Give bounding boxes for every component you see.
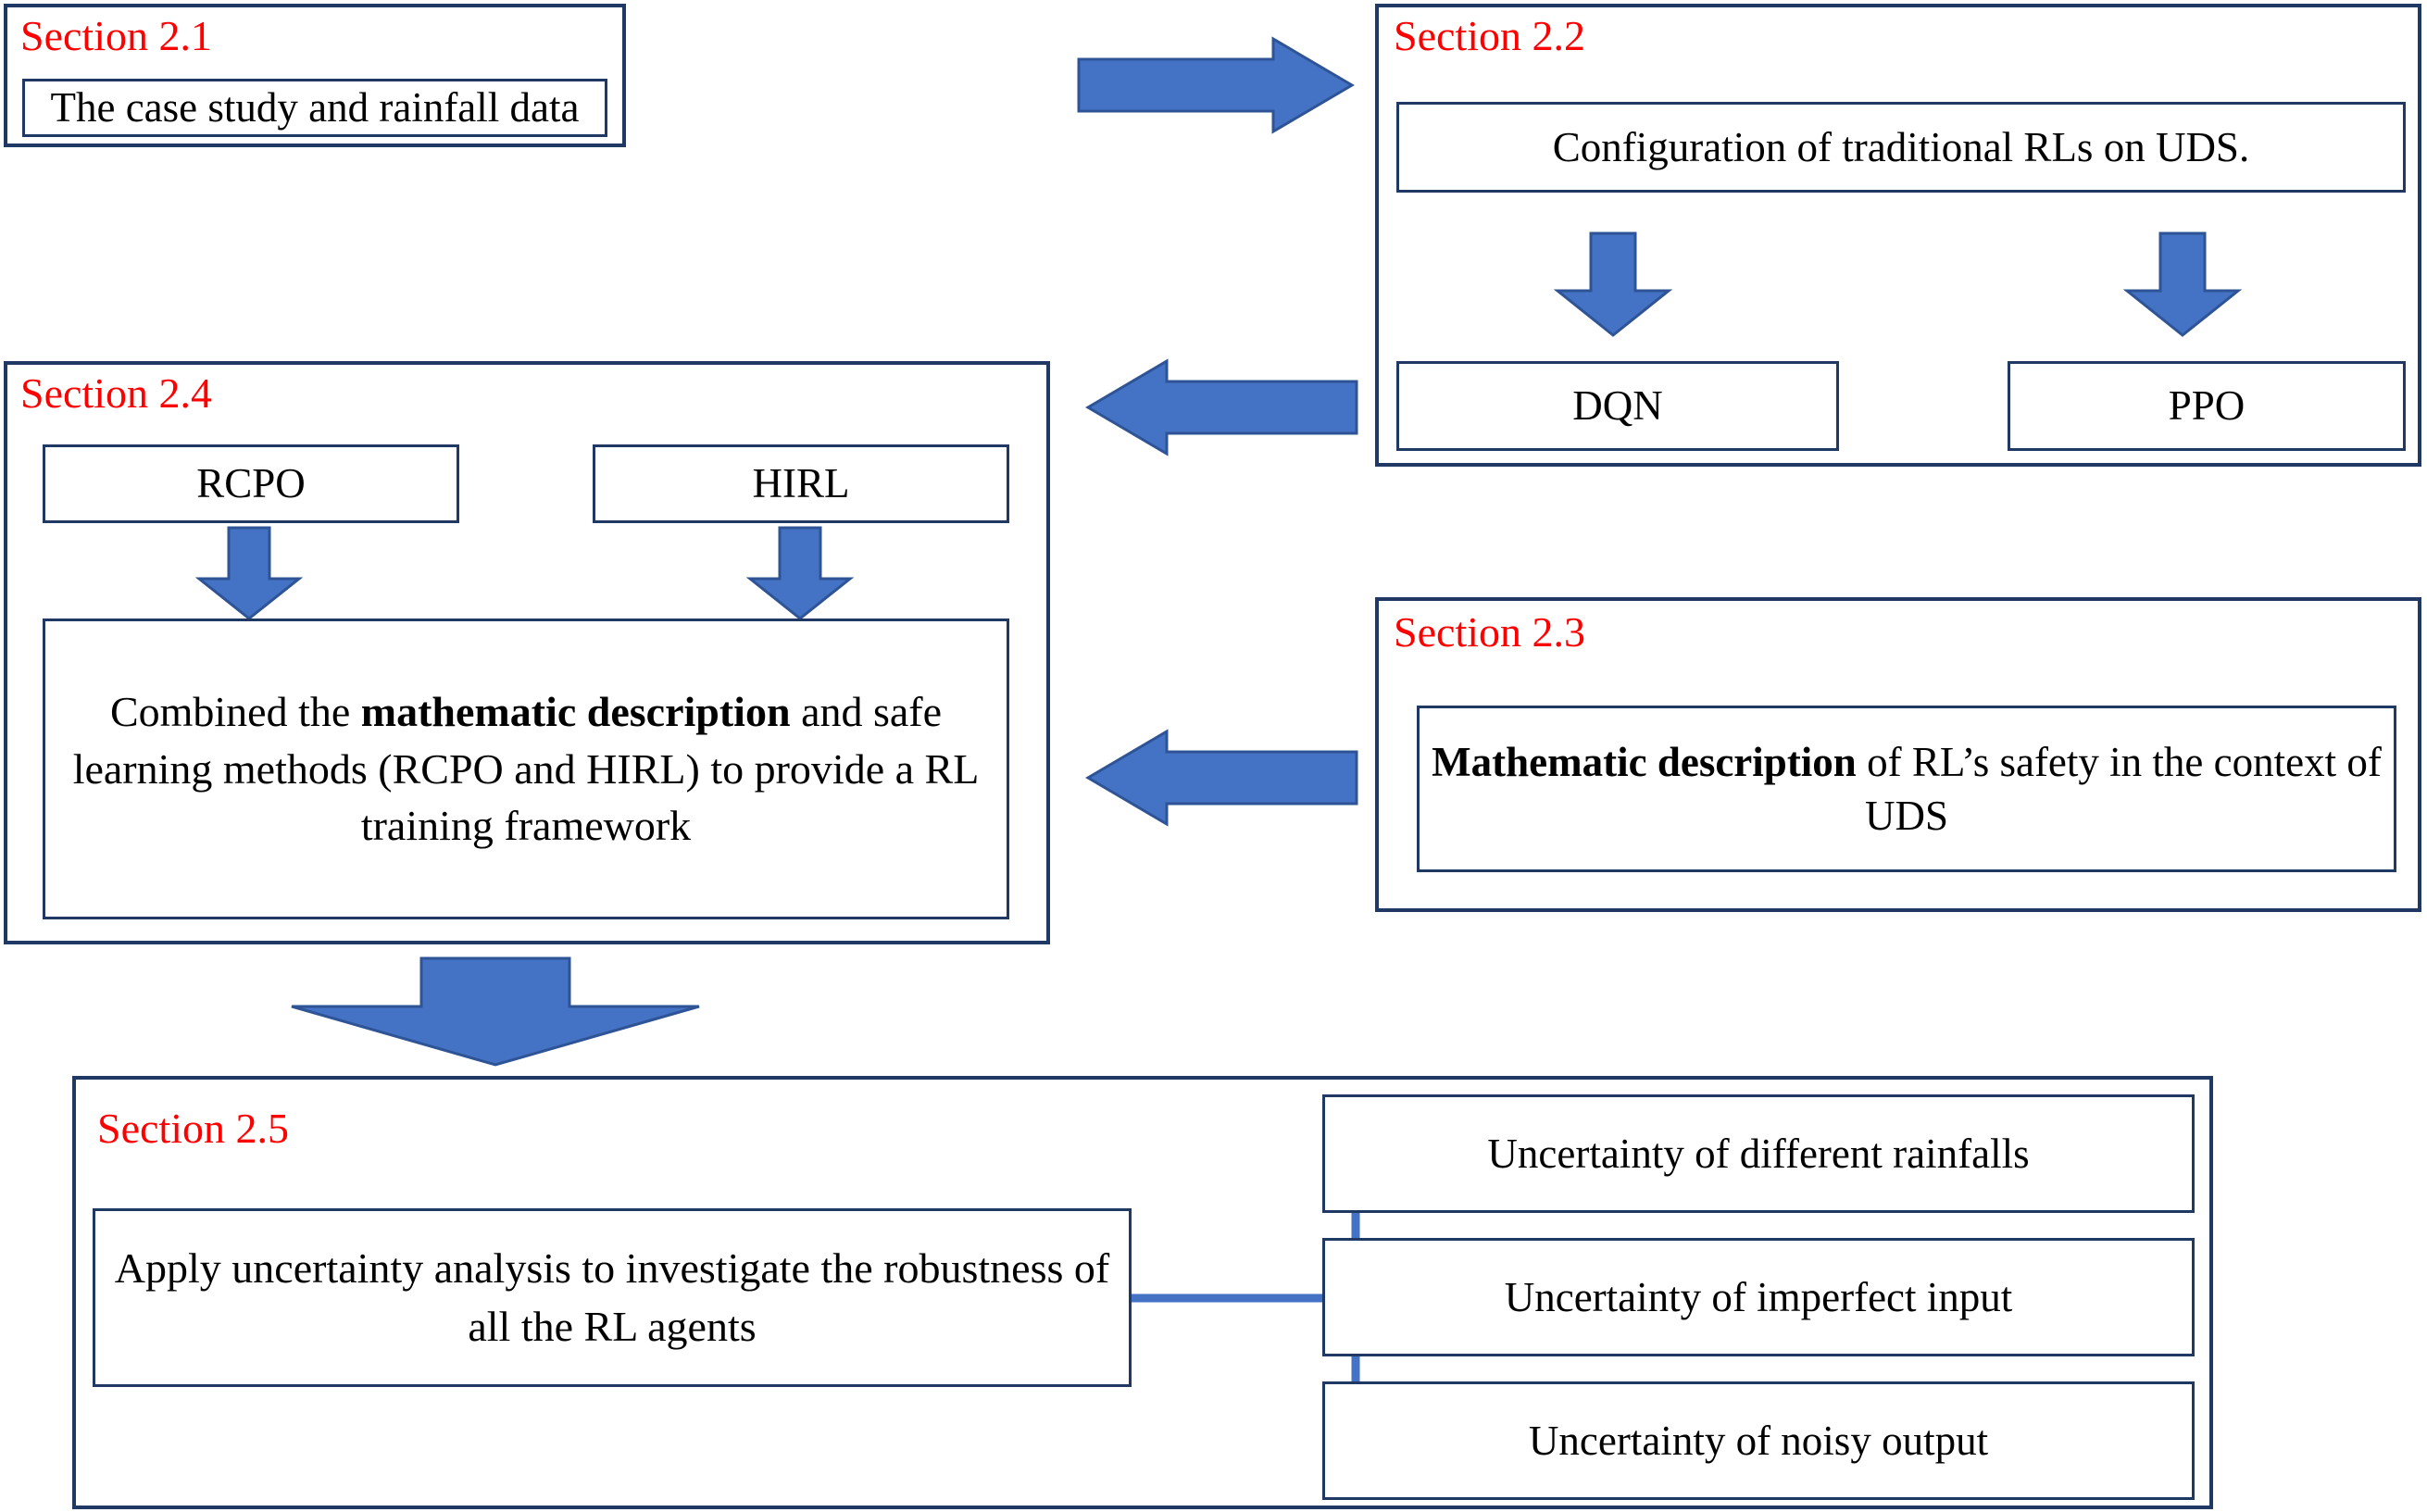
configuration-rls-uds-box: Configuration of traditional RLs on UDS. xyxy=(1396,102,2406,193)
configuration-rls-uds-text: Configuration of traditional RLs on UDS. xyxy=(1552,123,2250,170)
case-study-rainfall-text: The case study and rainfall data xyxy=(50,84,580,131)
flowchart-canvas: Section 2.1 The case study and rainfall … xyxy=(0,0,2427,1512)
rcpo-text: RCPO xyxy=(196,460,306,507)
section-2-2-label: Section 2.2 xyxy=(1394,12,1585,59)
uncertainty-box-1-text: Uncertainty of imperfect input xyxy=(1504,1273,2013,1320)
arrow-section-2-4-to-2-5 xyxy=(291,956,700,1067)
section-2-1-label: Section 2.1 xyxy=(20,12,212,59)
uncertainty-box-0-text: Uncertainty of different rainfalls xyxy=(1487,1130,2030,1177)
combined-bold1: mathematic description xyxy=(360,688,791,736)
case-study-rainfall-box: The case study and rainfall data xyxy=(22,79,607,137)
arrow-config-to-dqn xyxy=(1553,231,1673,337)
rcpo-box: RCPO xyxy=(43,444,459,523)
uncertainty-box-0: Uncertainty of different rainfalls xyxy=(1322,1094,2195,1213)
mathematic-description-rest: of RL’s safety in the context of UDS xyxy=(1856,738,2382,840)
mathematic-description-bold: Mathematic description xyxy=(1432,738,1857,785)
dqn-box: DQN xyxy=(1396,361,1839,451)
arrow-section-2-3-to-2-4 xyxy=(1085,729,1358,827)
arrow-section-2-1-to-2-2 xyxy=(1077,36,1355,134)
apply-uncertainty-analysis-box: Apply uncertainty analysis to investigat… xyxy=(93,1208,1132,1387)
combined-framework-box: Combined the mathematic description and … xyxy=(43,619,1009,919)
apply-uncertainty-analysis-text: Apply uncertainty analysis to investigat… xyxy=(114,1243,1110,1350)
combined-part1: Combined the xyxy=(109,688,361,736)
mathematic-description-box: Mathematic description of RL’s safety in… xyxy=(1417,706,2396,872)
hirl-box: HIRL xyxy=(593,444,1009,523)
arrow-hirl-to-combined xyxy=(745,526,855,620)
arrow-rcpo-to-combined xyxy=(194,526,304,620)
uncertainty-box-1: Uncertainty of imperfect input xyxy=(1322,1238,2195,1356)
ppo-box: PPO xyxy=(2008,361,2406,451)
ppo-text: PPO xyxy=(2168,382,2246,430)
mathematic-description-text: Mathematic description of RL’s safety in… xyxy=(1429,735,2384,843)
dqn-text: DQN xyxy=(1572,382,1663,430)
section-2-5-label: Section 2.5 xyxy=(97,1105,289,1152)
combined-framework-text: Combined the mathematic description and … xyxy=(55,683,997,855)
hirl-text: HIRL xyxy=(752,460,850,507)
section-2-4-label: Section 2.4 xyxy=(20,369,212,417)
uncertainty-box-2: Uncertainty of noisy output xyxy=(1322,1381,2195,1500)
uncertainty-box-2-text: Uncertainty of noisy output xyxy=(1528,1417,1989,1464)
arrow-config-to-ppo xyxy=(2122,231,2243,337)
section-2-3-label: Section 2.3 xyxy=(1394,608,1585,656)
arrow-section-2-2-to-2-4 xyxy=(1085,358,1358,456)
